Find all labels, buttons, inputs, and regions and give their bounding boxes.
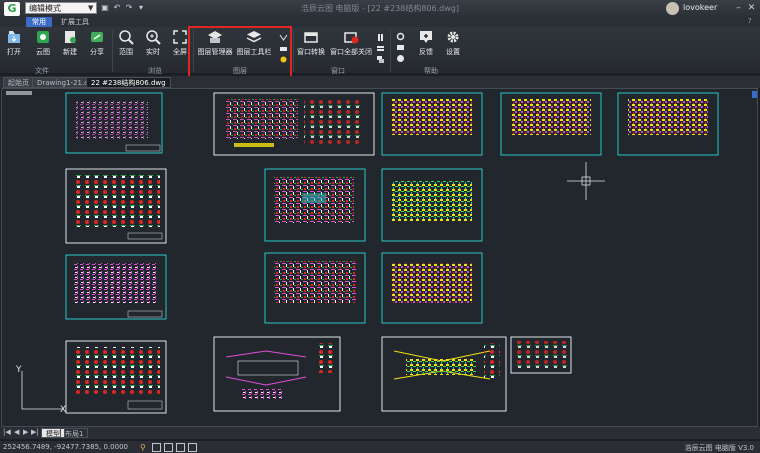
share-label: 分享 — [90, 48, 104, 56]
next-tab-icon[interactable]: ▶ — [23, 428, 28, 436]
drawing-sheet[interactable] — [381, 252, 483, 324]
close-all-windows-icon — [344, 32, 359, 44]
tab-start-page[interactable]: 起始页 — [3, 77, 34, 88]
svg-text:X: X — [60, 405, 66, 415]
open-folder-icon — [8, 31, 20, 43]
cascade-icon[interactable] — [376, 55, 385, 64]
close-all-windows-label: 窗口全部关闭 — [330, 48, 372, 56]
window-title: 浩辰云图 电脑版 - [22 #238结构806.dwg] — [301, 4, 459, 13]
help-icon[interactable]: ? — [748, 17, 752, 25]
first-tab-icon[interactable]: |◀ — [3, 428, 11, 436]
group-separator — [112, 30, 113, 72]
ortho-icon[interactable] — [176, 443, 185, 452]
drawing-sheet[interactable] — [510, 336, 572, 374]
feedback-icon — [420, 31, 432, 43]
share-button[interactable]: 分享 — [86, 29, 108, 57]
feedback-label: 反馈 — [419, 48, 433, 56]
info-icon[interactable] — [396, 54, 405, 63]
tab-current-drawing[interactable]: 22 #238结构806.dwg — [86, 77, 171, 88]
close-icon[interactable]: ✕ — [746, 3, 757, 14]
cloud-icon — [37, 31, 49, 43]
drawing-sheet[interactable] — [65, 92, 163, 154]
drawing-sheet[interactable] — [213, 336, 341, 412]
fullscreen-icon — [173, 30, 187, 44]
user-name[interactable]: lovokeer — [683, 3, 717, 12]
drawing-sheet[interactable] — [500, 92, 602, 156]
document-tabs: 起始页 Drawing1-21.dwg 22 #238结构806.dwg — [0, 76, 760, 88]
ribbon: 打开 云图 新建 分享 文件 范围 实时 全屏 浏览 图层管理器 图层工具栏 图… — [0, 27, 760, 75]
open-label: 打开 — [7, 48, 21, 56]
gear-icon — [447, 31, 459, 43]
status-bar: 252456.7489, -92477.7385, 0.0000 ⚲ 浩辰云图 … — [0, 440, 760, 453]
zoom-range-icon — [119, 30, 134, 45]
close-all-windows-button[interactable]: 窗口全部关闭 — [329, 29, 373, 57]
ribbon-tabs: 常用 扩展工具 ? — [0, 17, 760, 27]
new-label: 新建 — [63, 48, 77, 56]
drawing-sheet[interactable] — [381, 92, 483, 156]
window-convert-icon — [304, 32, 318, 43]
last-tab-icon[interactable]: ▶| — [31, 428, 39, 436]
drawing-sheet[interactable] — [65, 168, 167, 244]
tab-extensions[interactable]: 扩展工具 — [55, 17, 95, 27]
grid-icon[interactable] — [164, 443, 173, 452]
new-button[interactable]: 新建 — [59, 29, 81, 57]
snap-icon[interactable] — [152, 443, 161, 452]
tab-layout1[interactable]: 布局1 — [60, 428, 89, 438]
version-label: 浩辰云图 电脑版 V3.0 — [684, 444, 754, 452]
cursor-coordinates: 252456.7489, -92477.7385, 0.0000 — [3, 443, 128, 451]
ucs-axis-icon: Y X — [15, 365, 66, 415]
range-label: 范围 — [119, 48, 133, 56]
monitor-icon[interactable] — [396, 43, 405, 52]
group-file-label: 文件 — [35, 67, 49, 75]
minimize-icon[interactable]: – — [733, 3, 744, 14]
drawing-sheet[interactable] — [264, 252, 366, 324]
feedback-button[interactable]: 反馈 — [414, 29, 438, 57]
drawing-sheet[interactable] — [381, 336, 507, 412]
new-file-icon — [65, 31, 76, 43]
title-bar: G 编辑模式 ▼ ▣ ↶ ↷ ▾ 浩辰云图 电脑版 - [22 #238结构80… — [0, 0, 760, 17]
window-convert-label: 窗口转换 — [297, 48, 325, 56]
app-window: G 编辑模式 ▼ ▣ ↶ ↷ ▾ 浩辰云图 电脑版 - [22 #238结构80… — [0, 0, 760, 453]
avatar[interactable] — [666, 2, 679, 15]
measure-icon[interactable]: ⚲ — [140, 443, 149, 452]
group-separator — [293, 30, 294, 72]
group-view-label: 浏览 — [148, 67, 162, 75]
drawing-sheet[interactable] — [617, 92, 719, 156]
window-convert-button[interactable]: 窗口转换 — [296, 29, 326, 57]
layout-tabs: |◀ ◀ ▶ ▶| 模型 布局1 — [0, 427, 760, 439]
range-button[interactable]: 范围 — [115, 29, 137, 57]
drawing-sheet[interactable] — [264, 168, 366, 242]
prev-tab-icon[interactable]: ◀ — [14, 428, 19, 436]
tile-horizontal-icon[interactable] — [376, 44, 385, 53]
realtime-button[interactable]: 实时 — [142, 29, 164, 57]
cloud-label: 云图 — [36, 48, 50, 56]
fullscreen-label: 全屏 — [173, 48, 187, 56]
settings-button[interactable]: 设置 — [441, 29, 465, 57]
pause-icon[interactable] — [376, 33, 385, 42]
drawing-sheet[interactable] — [65, 254, 167, 320]
open-button[interactable]: 打开 — [3, 29, 25, 57]
group-help-label: 帮助 — [424, 67, 438, 75]
zoom-realtime-icon — [146, 30, 161, 45]
share-icon — [91, 32, 103, 42]
tab-home[interactable]: 常用 — [26, 17, 52, 27]
group-separator — [390, 30, 391, 72]
crosshair-cursor — [567, 162, 605, 200]
gear-small-icon[interactable] — [396, 32, 405, 41]
drawing-svg: Y X — [6, 91, 758, 415]
drawing-sheet[interactable] — [65, 340, 167, 414]
settings-label: 设置 — [446, 48, 460, 56]
cloud-button[interactable]: 云图 — [31, 29, 55, 57]
drawing-sheet[interactable] — [213, 92, 375, 156]
drawing-sheet[interactable] — [381, 168, 483, 242]
realtime-label: 实时 — [146, 48, 160, 56]
view-cube-icon[interactable] — [752, 91, 758, 98]
highlight-box — [188, 26, 292, 78]
polar-icon[interactable] — [188, 443, 197, 452]
svg-text:Y: Y — [15, 365, 22, 375]
drawing-canvas[interactable]: Y X — [1, 88, 758, 427]
group-window-label: 窗口 — [331, 67, 345, 75]
viewport-label — [6, 91, 32, 95]
